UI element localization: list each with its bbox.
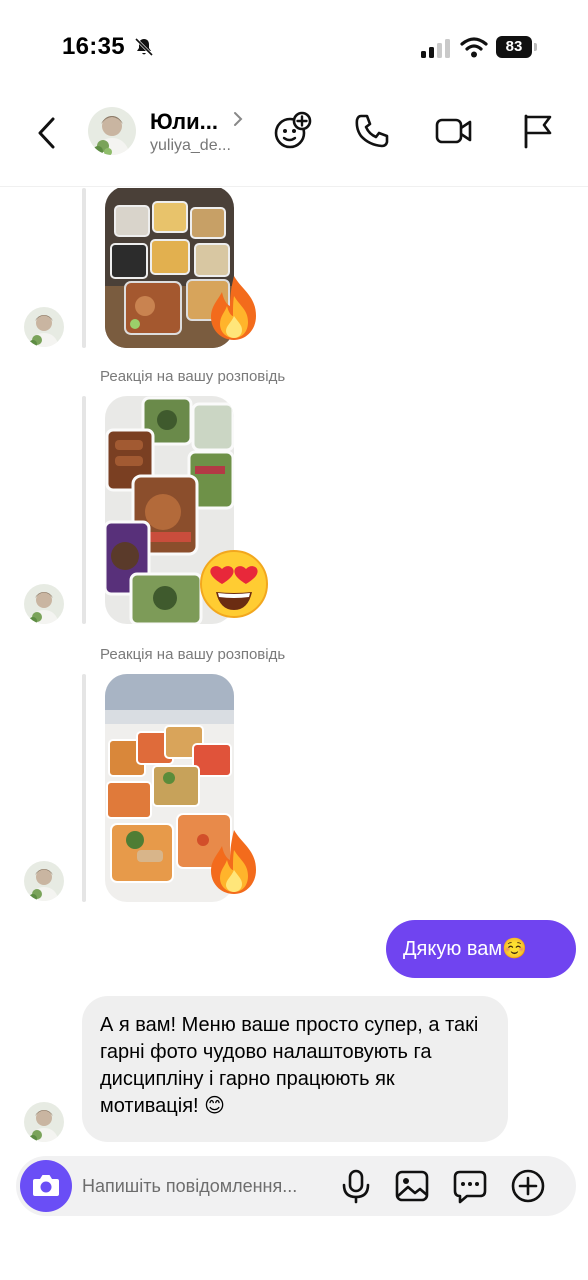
reaction-label: Реакція на вашу розповідь xyxy=(100,646,286,663)
outgoing-message[interactable]: Дякую вам☺️ xyxy=(386,920,576,978)
fire-emoji xyxy=(211,830,256,894)
signal-icon xyxy=(421,39,450,58)
back-arrow-icon[interactable] xyxy=(28,113,68,153)
gallery-icon[interactable] xyxy=(394,1168,430,1204)
add-circle-icon[interactable] xyxy=(510,1168,546,1204)
story-reply-line xyxy=(82,188,86,348)
avatar[interactable] xyxy=(24,1102,64,1142)
contact-name[interactable]: Юли... xyxy=(150,109,218,135)
reaction-label: Реакція на вашу розповідь xyxy=(100,368,286,385)
avatar[interactable] xyxy=(24,861,64,901)
camera-icon xyxy=(33,1175,59,1196)
phone-icon[interactable] xyxy=(352,111,392,151)
contact-username[interactable]: yuliya_de... xyxy=(150,137,231,155)
microphone-icon[interactable] xyxy=(338,1168,374,1204)
status-bar: 16:35 83 xyxy=(0,0,588,90)
avatar[interactable] xyxy=(24,584,64,624)
message-thread[interactable]: Реакція на вашу розповідь Реакція на ваш… xyxy=(0,188,588,1148)
status-time: 16:35 xyxy=(62,33,125,60)
avatar[interactable] xyxy=(24,307,64,347)
heart-eyes-emoji xyxy=(200,550,268,618)
chat-header: Юли... yuliya_de... xyxy=(0,95,588,187)
story-reply-line xyxy=(82,396,86,624)
flag-icon[interactable] xyxy=(518,111,558,151)
wifi-icon xyxy=(460,37,488,58)
message-composer xyxy=(16,1156,576,1216)
story-reply-line xyxy=(82,674,86,902)
video-call-icon[interactable] xyxy=(434,111,474,151)
chevron-right-icon xyxy=(234,112,243,126)
incoming-message[interactable]: А я вам! Меню ваше просто супер, а такі … xyxy=(82,996,508,1142)
sticker-chat-icon[interactable] xyxy=(452,1168,488,1204)
camera-button[interactable] xyxy=(20,1160,72,1212)
fire-emoji xyxy=(211,276,256,340)
battery-cap xyxy=(534,43,537,51)
bell-off-icon xyxy=(134,37,154,57)
battery-indicator: 83 xyxy=(496,36,538,58)
avatar[interactable] xyxy=(88,107,136,155)
battery-level: 83 xyxy=(496,36,532,58)
message-input[interactable] xyxy=(82,1173,332,1199)
effects-icon[interactable] xyxy=(272,111,312,151)
